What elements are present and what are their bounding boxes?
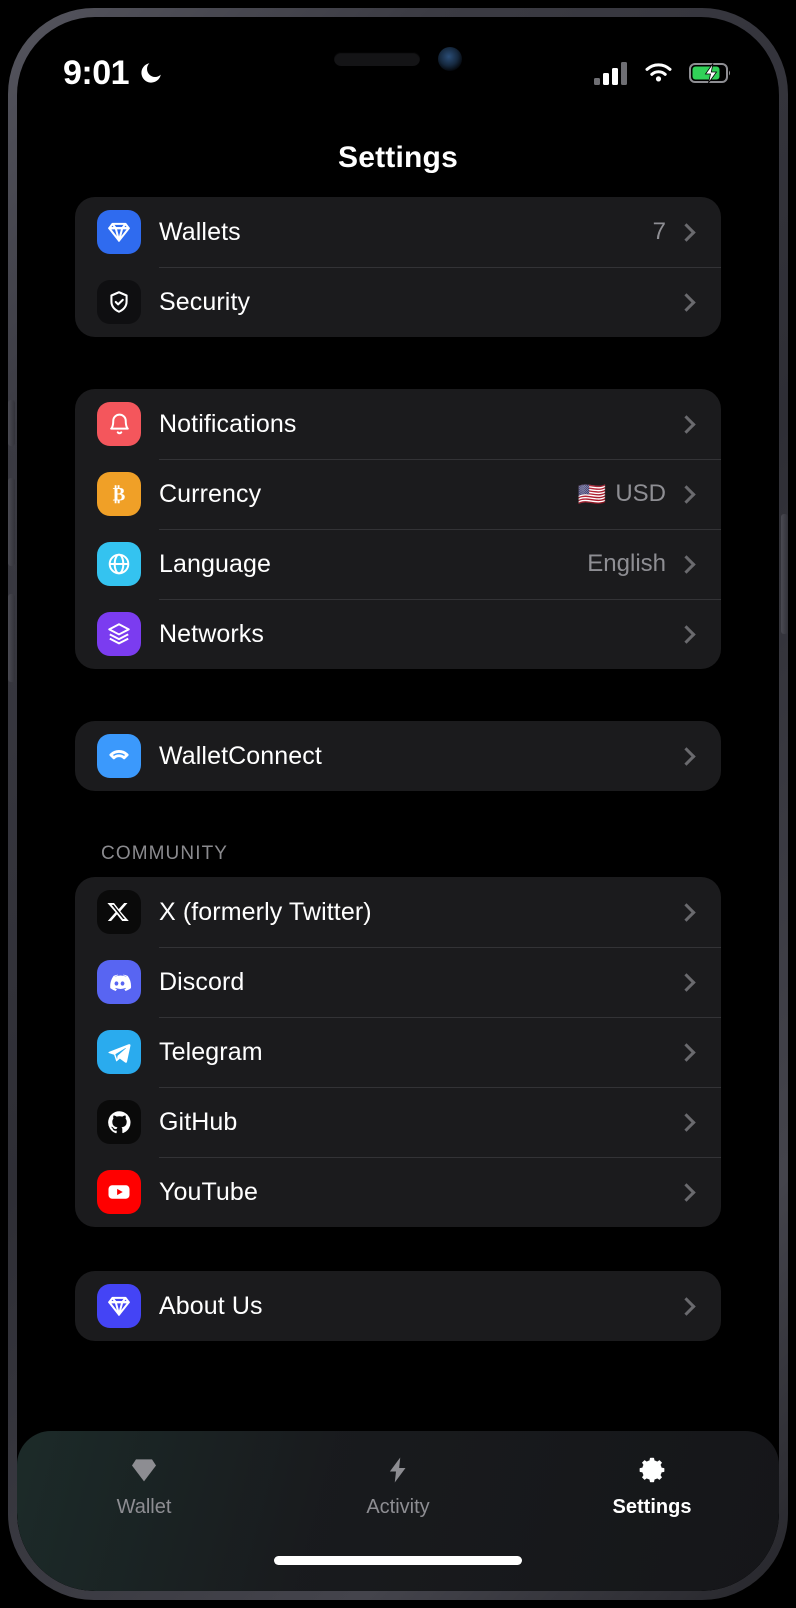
settings-group-walletconnect: WalletConnect	[75, 721, 721, 791]
chevron-right-icon	[677, 1182, 696, 1202]
settings-row-label: Security	[159, 287, 251, 316]
chevron-right-icon	[677, 292, 696, 312]
gem-icon	[97, 210, 141, 254]
tab-label: Activity	[366, 1496, 430, 1518]
page-title: Settings	[338, 141, 458, 174]
settings-row-label: About Us	[159, 1291, 263, 1320]
chevron-right-icon	[677, 746, 696, 766]
settings-row-github[interactable]: GitHub	[75, 1087, 721, 1157]
settings-group-community: X (formerly Twitter) Discord Telegram Gi…	[75, 877, 721, 1227]
chevron-right-icon	[677, 1112, 696, 1132]
tab-label: Wallet	[116, 1496, 172, 1518]
chevron-right-icon	[677, 1042, 696, 1062]
x-twitter-icon	[97, 890, 141, 934]
settings-row-security[interactable]: Security	[75, 267, 721, 337]
volume-down-button[interactable]	[8, 594, 15, 682]
settings-row-label: Notifications	[159, 409, 297, 438]
front-camera-icon	[438, 47, 462, 71]
settings-row-label: Currency	[159, 479, 262, 508]
settings-row-label: WalletConnect	[159, 741, 322, 770]
settings-row-label: GitHub	[159, 1107, 238, 1136]
power-button[interactable]	[781, 514, 788, 634]
settings-row-label: Wallets	[159, 217, 241, 246]
phone-frame: 9:01 Settings Wallets 7 Security Notific…	[8, 8, 788, 1600]
youtube-icon	[97, 1170, 141, 1214]
gem-icon	[128, 1453, 160, 1487]
us-flag-icon: 🇺🇸	[577, 480, 607, 507]
settings-row-walletconnect[interactable]: WalletConnect	[75, 721, 721, 791]
settings-row-currency[interactable]: ₿ Currency 🇺🇸 USD	[75, 459, 721, 529]
currency-code: USD	[615, 480, 666, 507]
settings-row-language[interactable]: Language English	[75, 529, 721, 599]
settings-row-label: YouTube	[159, 1177, 258, 1206]
svg-text:₿: ₿	[113, 485, 126, 506]
volume-up-button[interactable]	[8, 478, 15, 566]
bell-icon	[97, 402, 141, 446]
chevron-right-icon	[677, 972, 696, 992]
phone-screen: 9:01 Settings Wallets 7 Security Notific…	[17, 17, 779, 1591]
section-header-community: COMMUNITY	[101, 843, 229, 864]
settings-row-wallets[interactable]: Wallets 7	[75, 197, 721, 267]
chevron-right-icon	[677, 484, 696, 504]
settings-scroll-content[interactable]: Wallets 7 Security Notifications ₿ Curre…	[17, 197, 779, 1591]
chevron-right-icon	[677, 554, 696, 574]
tab-wallet[interactable]: Wallet	[69, 1453, 219, 1519]
settings-group-preferences: Notifications ₿ Currency 🇺🇸 USD Language…	[75, 389, 721, 669]
earpiece-speaker-icon	[334, 52, 420, 66]
settings-row-label: Networks	[159, 619, 264, 648]
settings-row-youtube[interactable]: YouTube	[75, 1157, 721, 1227]
settings-row-telegram[interactable]: Telegram	[75, 1017, 721, 1087]
chevron-right-icon	[677, 1296, 696, 1316]
tab-label: Settings	[612, 1496, 692, 1518]
chevron-right-icon	[677, 222, 696, 242]
settings-group-account: Wallets 7 Security	[75, 197, 721, 337]
settings-row-label: X (formerly Twitter)	[159, 897, 372, 926]
lightning-icon	[383, 1453, 413, 1487]
settings-group-about: About Us	[75, 1271, 721, 1341]
layers-icon	[97, 612, 141, 656]
bitcoin-icon: ₿	[97, 472, 141, 516]
settings-row-discord[interactable]: Discord	[75, 947, 721, 1017]
home-indicator[interactable]	[274, 1556, 522, 1565]
gear-icon	[636, 1453, 668, 1487]
currency-value: 🇺🇸 USD	[578, 480, 666, 508]
settings-row-networks[interactable]: Networks	[75, 599, 721, 669]
bottom-tab-bar: Wallet Activity Settings	[17, 1431, 779, 1591]
status-bar: 9:01	[17, 17, 779, 129]
settings-row-about-us[interactable]: About Us	[75, 1271, 721, 1341]
wallets-count: 7	[652, 218, 666, 245]
gem-icon	[97, 1284, 141, 1328]
globe-icon	[97, 542, 141, 586]
settings-row-label: Language	[159, 549, 272, 578]
chevron-right-icon	[677, 902, 696, 922]
settings-row-label: Discord	[159, 967, 245, 996]
discord-icon	[97, 960, 141, 1004]
tab-settings[interactable]: Settings	[577, 1453, 727, 1519]
chevron-right-icon	[677, 414, 696, 434]
chevron-right-icon	[677, 624, 696, 644]
shield-check-icon	[97, 280, 141, 324]
language-value: English	[587, 550, 666, 577]
walletconnect-icon	[97, 734, 141, 778]
settings-row-x-twitter[interactable]: X (formerly Twitter)	[75, 877, 721, 947]
settings-row-label: Telegram	[159, 1037, 263, 1066]
settings-row-notifications[interactable]: Notifications	[75, 389, 721, 459]
tab-activity[interactable]: Activity	[323, 1453, 473, 1519]
silent-switch[interactable]	[8, 400, 15, 446]
telegram-icon	[97, 1030, 141, 1074]
notch-area	[17, 47, 779, 71]
github-icon	[97, 1100, 141, 1144]
